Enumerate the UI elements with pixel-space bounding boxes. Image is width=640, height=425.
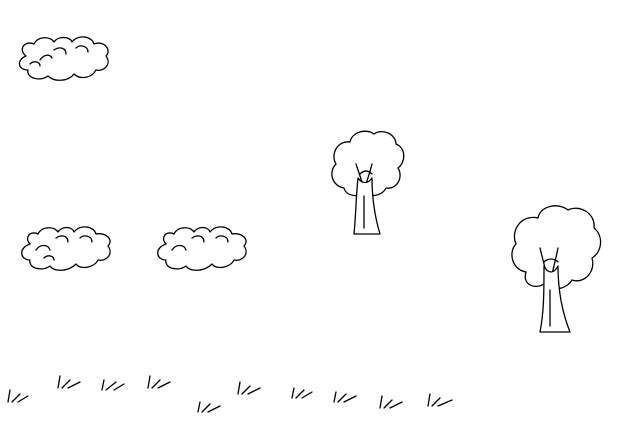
grass-tuft-icon: [197, 401, 221, 413]
grass-tuft-icon: [7, 389, 29, 403]
grass-tuft-icon: [333, 391, 357, 403]
grass-tuft-icon: [237, 381, 261, 395]
cloud-icon: [18, 36, 109, 81]
grass-tuft-icon: [147, 375, 171, 389]
grass-tuft-icon: [291, 387, 313, 399]
grass-tuft-icon: [379, 395, 403, 409]
grass-tuft-icon: [101, 379, 125, 391]
scene-canvas: [7, 36, 602, 413]
tree-icon: [331, 130, 405, 235]
cloud-icon: [157, 226, 247, 271]
grass-tuft-icon: [57, 375, 81, 389]
cloud-icon: [21, 226, 111, 271]
tree-icon: [511, 205, 602, 333]
line-drawing-scene: [0, 0, 640, 425]
grass-tuft-icon: [427, 393, 453, 407]
